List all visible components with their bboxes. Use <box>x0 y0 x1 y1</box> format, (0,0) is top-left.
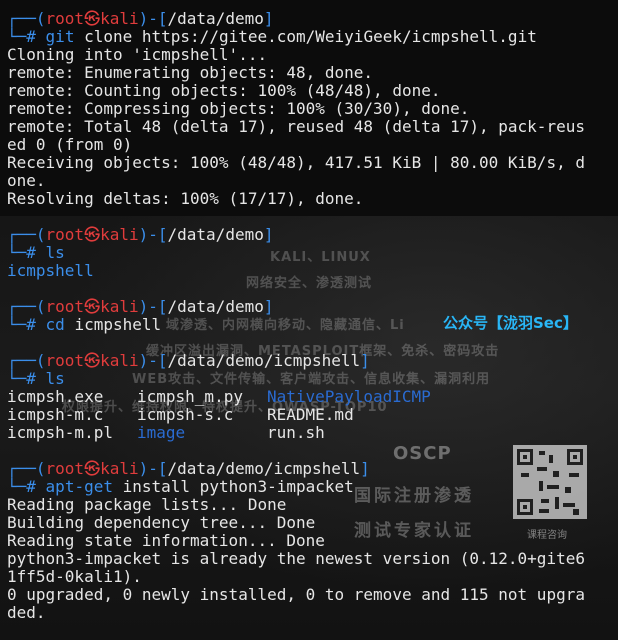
output-line: ded. <box>7 604 46 622</box>
prompt-header: ┌──(root㉿kali)-[/data/demo/icmpshell] <box>7 352 370 370</box>
file-entry: icmpsh_m.py <box>137 388 243 406</box>
output-line: Reading state information... Done <box>7 532 325 550</box>
command-line: └─# cd icmpshell <box>7 316 162 334</box>
file-listing-row: icmpsh-m.c icmpsh-s.c README.md <box>7 406 611 424</box>
file-entry: icmpsh-m.c <box>7 406 104 424</box>
prompt-dir: /data/demo/icmpshell <box>167 352 361 370</box>
file-entry: icmpsh-s.c <box>137 406 234 424</box>
prompt-dir: /data/demo <box>167 226 264 244</box>
directory-entry: image <box>137 424 186 442</box>
command-line: └─# ls <box>7 244 65 262</box>
file-entry: run.sh <box>267 424 325 442</box>
listing-directory: icmpshell <box>7 262 94 280</box>
file-listing-row: icmpsh.exe icmpsh_m.py NativePayloadICMP <box>7 388 611 406</box>
output-line: Cloning into 'icmpshell'... <box>7 46 268 64</box>
prompt-header: ┌──(root㉿kali)-[/data/demo] <box>7 226 274 244</box>
output-line: python3-impacket is already the newest v… <box>7 550 585 568</box>
output-line: remote: Compressing objects: 100% (30/30… <box>7 100 470 118</box>
command-line: └─# git clone https://gitee.com/WeiyiGee… <box>7 28 537 46</box>
prompt-header: ┌──(root㉿kali)-[/data/demo] <box>7 298 274 316</box>
command-line: └─# apt-get install python3-impacket <box>7 478 354 496</box>
command-name: cd <box>45 316 65 334</box>
output-line: Building dependency tree... Done <box>7 514 316 532</box>
file-entry: README.md <box>267 406 354 424</box>
command-name: ls <box>45 370 65 388</box>
command-args: install python3-impacket <box>112 478 354 496</box>
file-entry: icmpsh-m.pl <box>7 424 113 442</box>
command-name: apt-get <box>45 478 113 496</box>
output-line: remote: Total 48 (delta 17), reused 48 (… <box>7 118 585 136</box>
output-line: ed 0 (from 0) <box>7 136 133 154</box>
output-line: Resolving deltas: 100% (17/17), done. <box>7 190 364 208</box>
output-line: 1ff5d-0kali1). <box>7 568 142 586</box>
output-line: one. <box>7 172 46 190</box>
prompt-dir: /data/demo/icmpshell <box>167 460 361 478</box>
file-entry: icmpsh.exe <box>7 388 104 406</box>
prompt-header: ┌──(root㉿kali)-[/data/demo] <box>7 10 274 28</box>
output-line: Receiving objects: 100% (48/48), 417.51 … <box>7 154 585 172</box>
command-args: clone https://gitee.com/WeiyiGeek/icmpsh… <box>74 28 537 46</box>
prompt-header: ┌──(root㉿kali)-[/data/demo/icmpshell] <box>7 460 370 478</box>
command-line: └─# ls <box>7 370 65 388</box>
command-name: git <box>45 28 75 46</box>
output-line: Reading package lists... Done <box>7 496 287 514</box>
output-line: remote: Counting objects: 100% (48/48), … <box>7 82 441 100</box>
directory-entry: NativePayloadICMP <box>267 388 431 406</box>
command-name: ls <box>45 244 65 262</box>
command-args: icmpshell <box>64 316 162 334</box>
file-listing-row: icmpsh-m.pl image run.sh <box>7 424 611 442</box>
output-line: remote: Enumerating objects: 48, done. <box>7 64 374 82</box>
terminal-output[interactable]: ┌──(root㉿kali)-[/data/demo] └─# git clon… <box>7 10 611 622</box>
prompt-dir: /data/demo <box>167 10 264 28</box>
output-line: 0 upgraded, 0 newly installed, 0 to remo… <box>7 586 585 604</box>
prompt-dir: /data/demo <box>167 298 264 316</box>
